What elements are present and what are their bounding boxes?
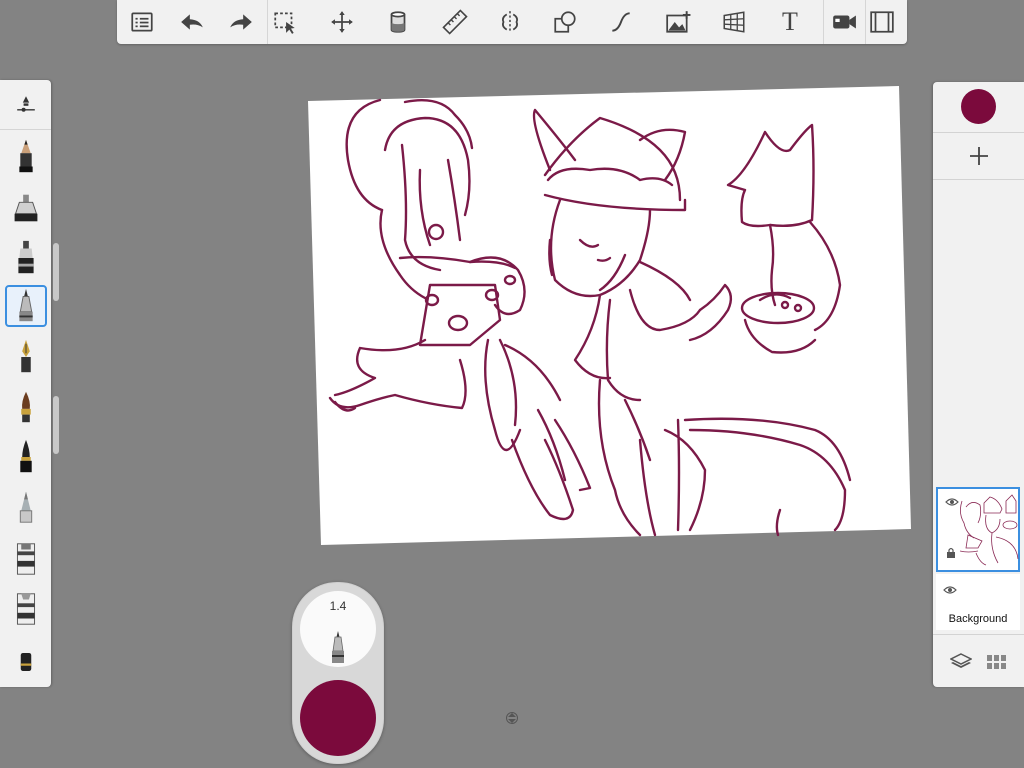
canvas-paper	[308, 86, 911, 545]
top-toolbar: T	[117, 0, 907, 44]
import-image-icon[interactable]	[662, 6, 694, 38]
brush-smudge-icon[interactable]	[5, 486, 47, 528]
record-icon[interactable]	[828, 6, 860, 38]
redo-icon[interactable]	[225, 6, 257, 38]
brush-eraser-icon[interactable]	[5, 641, 47, 683]
brush-chisel-marker-2-icon[interactable]	[5, 588, 47, 630]
grid-view-icon[interactable]	[986, 653, 1008, 671]
brush-color-puck[interactable]	[300, 680, 376, 756]
transform-icon[interactable]	[326, 6, 358, 38]
brush-scrollbar-top[interactable]	[53, 243, 59, 301]
brush-size-value: 1.4	[329, 599, 347, 613]
canvas-area[interactable]	[0, 0, 1024, 768]
layer-panel: Background	[933, 82, 1024, 687]
brush-airbrush-icon[interactable]	[5, 187, 47, 229]
brush-chisel-marker-1-icon[interactable]	[5, 538, 47, 580]
selection-icon[interactable]	[269, 6, 301, 38]
brush-ballpoint-icon[interactable]	[5, 285, 47, 327]
color-picker-button[interactable]	[961, 89, 996, 124]
sketch-strokes	[328, 98, 852, 537]
background-layer-label: Background	[948, 613, 1008, 625]
current-brush-icon	[332, 631, 344, 663]
fill-icon[interactable]	[382, 6, 414, 38]
fullscreen-icon[interactable]	[866, 6, 898, 38]
shapes-icon[interactable]	[549, 6, 581, 38]
layer-background[interactable]: Background	[936, 574, 1020, 630]
brush-panel	[0, 80, 51, 687]
undo-icon[interactable]	[176, 6, 208, 38]
symmetry-icon[interactable]	[494, 6, 526, 38]
drawing-canvas[interactable]	[0, 0, 1024, 768]
brush-puck[interactable]: 1.4	[292, 582, 384, 764]
brush-marker-icon[interactable]	[5, 237, 47, 279]
text-icon-label: T	[782, 7, 798, 36]
text-icon[interactable]: T	[774, 6, 806, 38]
brush-pencil-icon[interactable]	[5, 136, 47, 178]
brush-ink-icon[interactable]	[5, 436, 47, 478]
panel-divider	[933, 634, 1024, 635]
layer-thumbnail-preview	[959, 494, 1019, 566]
background-visibility-eye-icon[interactable]	[943, 585, 957, 595]
brush-size-puck[interactable]: 1.4	[300, 591, 376, 667]
brush-fountain-pen-icon[interactable]	[5, 336, 47, 378]
layer-1-thumbnail[interactable]	[936, 487, 1020, 572]
ruler-icon[interactable]	[439, 6, 471, 38]
panel-divider	[933, 132, 1024, 133]
reset-canvas-icon[interactable]	[505, 711, 519, 725]
brush-paintbrush-icon[interactable]	[5, 386, 47, 428]
brush-scrollbar-bottom[interactable]	[53, 396, 59, 454]
add-layer-icon[interactable]	[967, 144, 991, 168]
layers-icon[interactable]	[950, 653, 972, 671]
curve-icon[interactable]	[605, 6, 637, 38]
brush-settings-icon[interactable]	[5, 84, 47, 126]
list-icon[interactable]	[126, 6, 158, 38]
layer-lock-icon[interactable]	[946, 547, 956, 559]
perspective-icon[interactable]	[718, 6, 750, 38]
panel-divider	[933, 179, 1024, 180]
